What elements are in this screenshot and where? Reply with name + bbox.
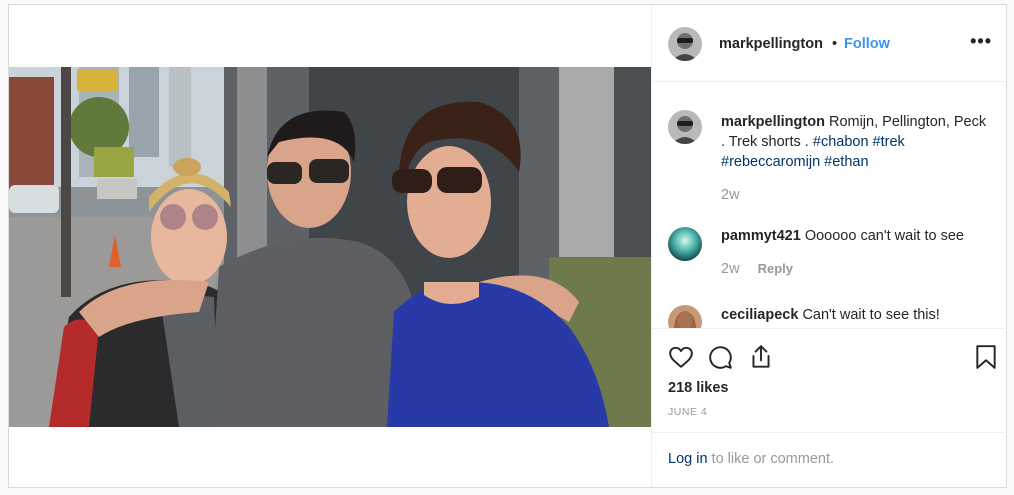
comment-body: Can't wait to see this!	[802, 307, 940, 323]
more-dots-icon[interactable]: •••	[970, 31, 992, 52]
hashtag-link[interactable]: #chabon	[813, 134, 869, 150]
likes-count[interactable]: 218 likes	[668, 380, 728, 396]
caption-time[interactable]: 2w	[721, 187, 740, 203]
commenter-username[interactable]: ceciliapeck	[721, 307, 798, 323]
commenter-username[interactable]: pammyt421	[721, 228, 801, 244]
bookmark-icon[interactable]	[975, 344, 997, 375]
caption-username[interactable]: markpellington	[721, 114, 825, 130]
share-icon[interactable]	[748, 343, 774, 376]
login-prompt-text: Log in to like or comment.	[668, 451, 834, 467]
commenter-avatar[interactable]	[668, 305, 702, 328]
comment-time[interactable]: 2w	[721, 261, 740, 277]
comment-text: ceciliapeck Can't wait to see this!	[721, 305, 990, 325]
follow-button[interactable]: Follow	[844, 36, 890, 52]
post-actions: 218 likes JUNE 4	[651, 328, 1006, 433]
post-photo[interactable]	[9, 67, 651, 427]
post-sidebar: markpellington • Follow ••• markpellingt…	[651, 5, 1006, 487]
caption-author-avatar[interactable]	[668, 110, 702, 144]
comment-meta: 2w Reply	[721, 261, 793, 277]
comment-text: pammyt421 Oooooo can't wait to see	[721, 226, 990, 246]
comment-body: Oooooo can't wait to see	[804, 228, 964, 244]
header-separator: •	[832, 36, 838, 52]
author-avatar[interactable]	[668, 27, 702, 61]
caption-text: markpellington Romijn, Pellington, Peck …	[721, 112, 990, 172]
comment-icon[interactable]	[707, 344, 733, 375]
hashtag-link[interactable]: #rebeccaromijn	[721, 154, 820, 170]
hashtag-link[interactable]: #trek	[873, 134, 905, 150]
author-username[interactable]: markpellington	[719, 36, 823, 52]
post-media	[9, 5, 652, 487]
post-date[interactable]: JUNE 4	[668, 406, 707, 418]
caption-meta: 2w	[721, 187, 740, 203]
commenter-avatar[interactable]	[668, 227, 702, 261]
comments-list[interactable]: markpellington Romijn, Pellington, Peck …	[651, 82, 1006, 328]
post-header: markpellington • Follow •••	[651, 5, 1006, 82]
hashtag-link[interactable]: #ethan	[824, 154, 868, 170]
login-prompt-rest: to like or comment.	[707, 451, 835, 467]
photo-illustration	[9, 67, 651, 427]
heart-icon[interactable]	[668, 344, 694, 375]
reply-button[interactable]: Reply	[758, 261, 793, 276]
instagram-post: markpellington • Follow ••• markpellingt…	[8, 4, 1007, 488]
login-prompt: Log in to like or comment.	[651, 432, 1006, 487]
login-link[interactable]: Log in	[668, 451, 708, 467]
